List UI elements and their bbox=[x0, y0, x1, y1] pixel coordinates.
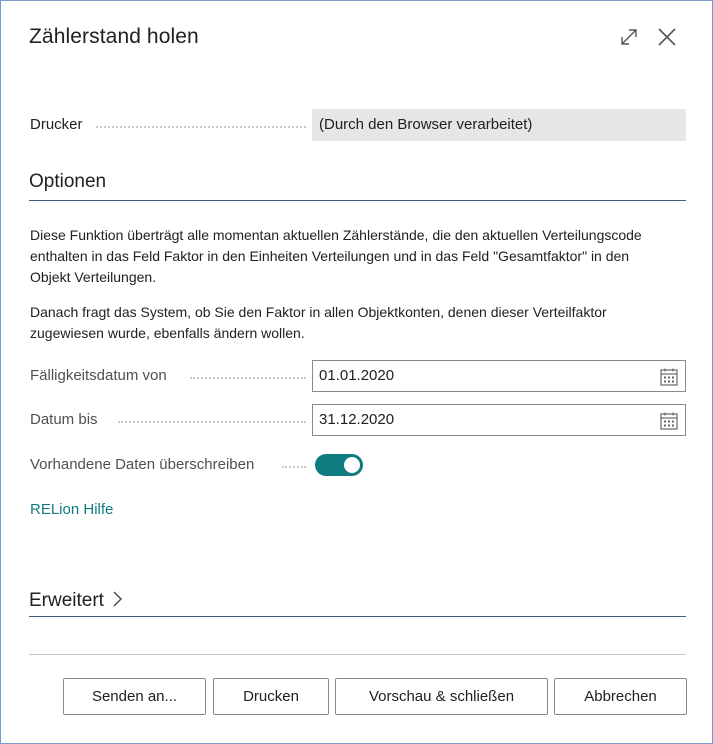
advanced-heading-label: Erweitert bbox=[29, 590, 104, 611]
title-actions bbox=[618, 26, 678, 48]
options-description-1: Diese Funktion überträgt alle momentan a… bbox=[30, 227, 642, 285]
close-icon[interactable] bbox=[656, 26, 678, 48]
print-button[interactable]: Drucken bbox=[213, 678, 329, 715]
due-date-from-value: 01.01.2020 bbox=[319, 367, 395, 384]
leader-dots bbox=[190, 377, 306, 379]
preview-close-button[interactable]: Vorschau & schließen bbox=[335, 678, 548, 715]
toggle-knob bbox=[344, 457, 360, 473]
overwrite-row: Vorhandene Daten überschreiben bbox=[30, 449, 686, 481]
relion-help-link[interactable]: RELion Hilfe bbox=[30, 501, 113, 518]
options-description-2: Danach fragt das System, ob Sie den Fakt… bbox=[30, 304, 607, 341]
send-to-button[interactable]: Senden an... bbox=[63, 678, 206, 715]
date-to-value: 31.12.2020 bbox=[319, 411, 395, 428]
due-date-from-field[interactable]: 01.01.2020 bbox=[312, 360, 686, 392]
printer-row: Drucker (Durch den Browser verarbeitet) bbox=[30, 109, 686, 141]
overwrite-toggle[interactable] bbox=[315, 454, 363, 476]
leader-dots bbox=[282, 466, 306, 468]
due-date-from-label: Fälligkeitsdatum von bbox=[30, 367, 167, 384]
expand-icon[interactable] bbox=[618, 26, 640, 48]
calendar-icon[interactable] bbox=[659, 411, 679, 431]
printer-value: (Durch den Browser verarbeitet) bbox=[312, 109, 686, 141]
cancel-button[interactable]: Abbrechen bbox=[554, 678, 687, 715]
printer-label: Drucker bbox=[30, 116, 83, 133]
due-date-from-row: Fälligkeitsdatum von 01.01.2020 bbox=[30, 360, 686, 392]
date-to-field[interactable]: 31.12.2020 bbox=[312, 404, 686, 436]
options-heading[interactable]: Optionen bbox=[29, 171, 686, 201]
dialog-title: Zählerstand holen bbox=[29, 25, 199, 48]
leader-dots bbox=[96, 126, 306, 128]
advanced-heading[interactable]: Erweitert bbox=[29, 590, 686, 617]
overwrite-label: Vorhandene Daten überschreiben bbox=[30, 456, 255, 473]
date-to-row: Datum bis 31.12.2020 bbox=[30, 404, 686, 436]
footer-divider bbox=[29, 654, 686, 655]
calendar-icon[interactable] bbox=[659, 367, 679, 387]
chevron-right-icon bbox=[113, 591, 123, 607]
leader-dots bbox=[118, 421, 306, 423]
dialog: Zählerstand holen Drucker (Durch den Bro… bbox=[0, 0, 713, 744]
date-to-label: Datum bis bbox=[30, 411, 98, 428]
